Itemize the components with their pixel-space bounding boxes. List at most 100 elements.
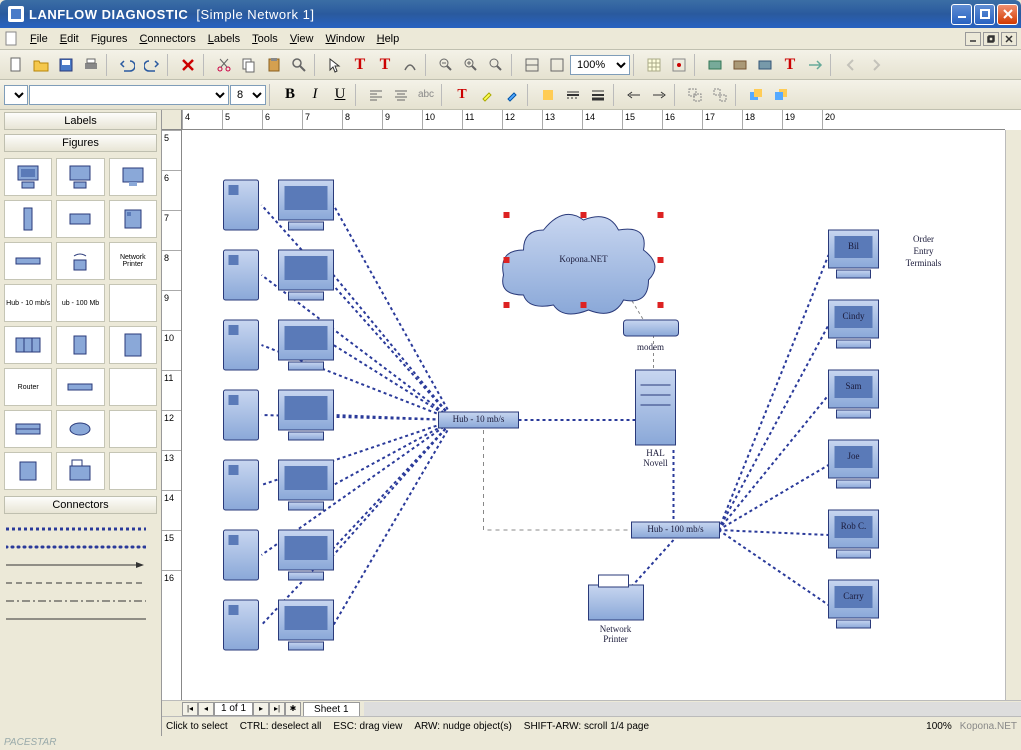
style-picker[interactable] (4, 85, 28, 105)
conn-dotted-round[interactable] (6, 538, 155, 556)
send-back-button[interactable] (769, 83, 793, 107)
text-tool-red2[interactable]: T (373, 53, 397, 77)
figures-panel-header[interactable]: Figures (4, 134, 157, 152)
underline-button[interactable]: U (328, 83, 352, 107)
zoom-combo[interactable]: 100% (570, 55, 630, 75)
text-tool-red[interactable]: T (348, 53, 372, 77)
highlight-button[interactable] (475, 83, 499, 107)
open-button[interactable] (29, 53, 53, 77)
cloud-node[interactable]: Kopona.NET (503, 212, 664, 314)
cut-button[interactable] (212, 53, 236, 77)
delete-button[interactable] (176, 53, 200, 77)
group-button[interactable] (683, 83, 707, 107)
italic-button[interactable]: I (303, 83, 327, 107)
fig-tower[interactable] (4, 200, 52, 238)
bring-front-button[interactable] (744, 83, 768, 107)
snap-button[interactable] (667, 53, 691, 77)
fig-cd[interactable] (56, 410, 104, 448)
ungroup-button[interactable] (708, 83, 732, 107)
menu-help[interactable]: Help (371, 31, 406, 47)
redo-button[interactable] (140, 53, 164, 77)
fig-server-big[interactable] (109, 326, 157, 364)
style-button-3[interactable] (753, 53, 777, 77)
undo-button[interactable] (115, 53, 139, 77)
prev-shape-button[interactable] (839, 53, 863, 77)
menu-connectors[interactable]: Connectors (133, 31, 201, 47)
mdi-minimize-button[interactable] (965, 32, 981, 46)
menu-figures[interactable]: Figures (85, 31, 134, 47)
brush-button[interactable] (500, 83, 524, 107)
horizontal-scrollbar[interactable] (364, 702, 1021, 716)
pointer-tool[interactable] (323, 53, 347, 77)
fig-fax[interactable] (56, 452, 104, 490)
fig-hub100[interactable]: ub - 100 Mb (56, 284, 104, 322)
close-button[interactable] (997, 4, 1018, 25)
connectors-panel-header[interactable]: Connectors (4, 496, 157, 514)
mdi-close-button[interactable] (1001, 32, 1017, 46)
font-size-combo[interactable]: 8 (230, 85, 266, 105)
menu-view[interactable]: View (284, 31, 320, 47)
add-page-button[interactable]: ✱ (285, 702, 301, 716)
fig-empty4[interactable] (109, 452, 157, 490)
fig-modem[interactable] (4, 242, 52, 280)
fill-color-button[interactable] (536, 83, 560, 107)
fig-rack[interactable] (4, 326, 52, 364)
diagram-canvas[interactable]: Kopona.NET modem (182, 130, 1005, 700)
bold-button[interactable]: B (278, 83, 302, 107)
text-color-button[interactable]: T (450, 83, 474, 107)
terminals-group[interactable]: BilCindySamJoeRob C.Carry (829, 230, 879, 628)
fig-phone[interactable] (109, 200, 157, 238)
hub10-node[interactable]: Hub - 10 mb/s (439, 412, 519, 428)
line-style-button[interactable] (561, 83, 585, 107)
find-button[interactable] (287, 53, 311, 77)
fig-computer-2[interactable] (56, 158, 104, 196)
next-shape-button[interactable] (864, 53, 888, 77)
connector-tool[interactable] (398, 53, 422, 77)
text-style-button[interactable]: T (778, 53, 802, 77)
vertical-scrollbar[interactable] (1005, 130, 1021, 700)
first-page-button[interactable]: |◂ (182, 702, 198, 716)
grid-button[interactable] (642, 53, 666, 77)
fig-computer-1[interactable] (4, 158, 52, 196)
fig-empty3[interactable] (109, 410, 157, 448)
zoom-page-button[interactable] (520, 53, 544, 77)
copy-button[interactable] (237, 53, 261, 77)
abc-button[interactable]: abc (414, 83, 438, 107)
save-button[interactable] (54, 53, 78, 77)
modem-node[interactable]: modem (624, 320, 679, 352)
menu-edit[interactable]: Edit (54, 31, 85, 47)
conn-arrow[interactable] (6, 556, 155, 574)
labels-panel-header[interactable]: Labels (4, 112, 157, 130)
fig-drive[interactable] (4, 410, 52, 448)
menu-window[interactable]: Window (319, 31, 370, 47)
fig-server-small[interactable] (56, 326, 104, 364)
flow-button[interactable] (803, 53, 827, 77)
next-page-button[interactable]: ▸ (253, 702, 269, 716)
fig-switch[interactable] (56, 368, 104, 406)
arrow-end-button[interactable] (647, 83, 671, 107)
fig-phone2[interactable] (4, 452, 52, 490)
hub100-node[interactable]: Hub - 100 mb/s (632, 522, 720, 538)
arrow-start-button[interactable] (622, 83, 646, 107)
paste-button[interactable] (262, 53, 286, 77)
menu-tools[interactable]: Tools (246, 31, 284, 47)
align-center-button[interactable] (389, 83, 413, 107)
conn-dash-dot[interactable] (6, 592, 155, 610)
conn-dotted-thick[interactable] (6, 520, 155, 538)
fig-netprinter[interactable]: Network Printer (109, 242, 157, 280)
fig-wifi[interactable] (56, 242, 104, 280)
fig-monitor[interactable] (109, 158, 157, 196)
last-page-button[interactable]: ▸| (269, 702, 285, 716)
print-button[interactable] (79, 53, 103, 77)
sheet-tab[interactable]: Sheet 1 (303, 702, 359, 716)
menu-file[interactable]: File (24, 31, 54, 47)
style-button-2[interactable] (728, 53, 752, 77)
maximize-button[interactable] (974, 4, 995, 25)
left-workstations[interactable] (224, 180, 334, 650)
fig-desktop[interactable] (56, 200, 104, 238)
font-combo[interactable] (29, 85, 229, 105)
mdi-restore-button[interactable] (983, 32, 999, 46)
conn-dashed[interactable] (6, 574, 155, 592)
zoom-out-button[interactable] (434, 53, 458, 77)
line-weight-button[interactable] (586, 83, 610, 107)
